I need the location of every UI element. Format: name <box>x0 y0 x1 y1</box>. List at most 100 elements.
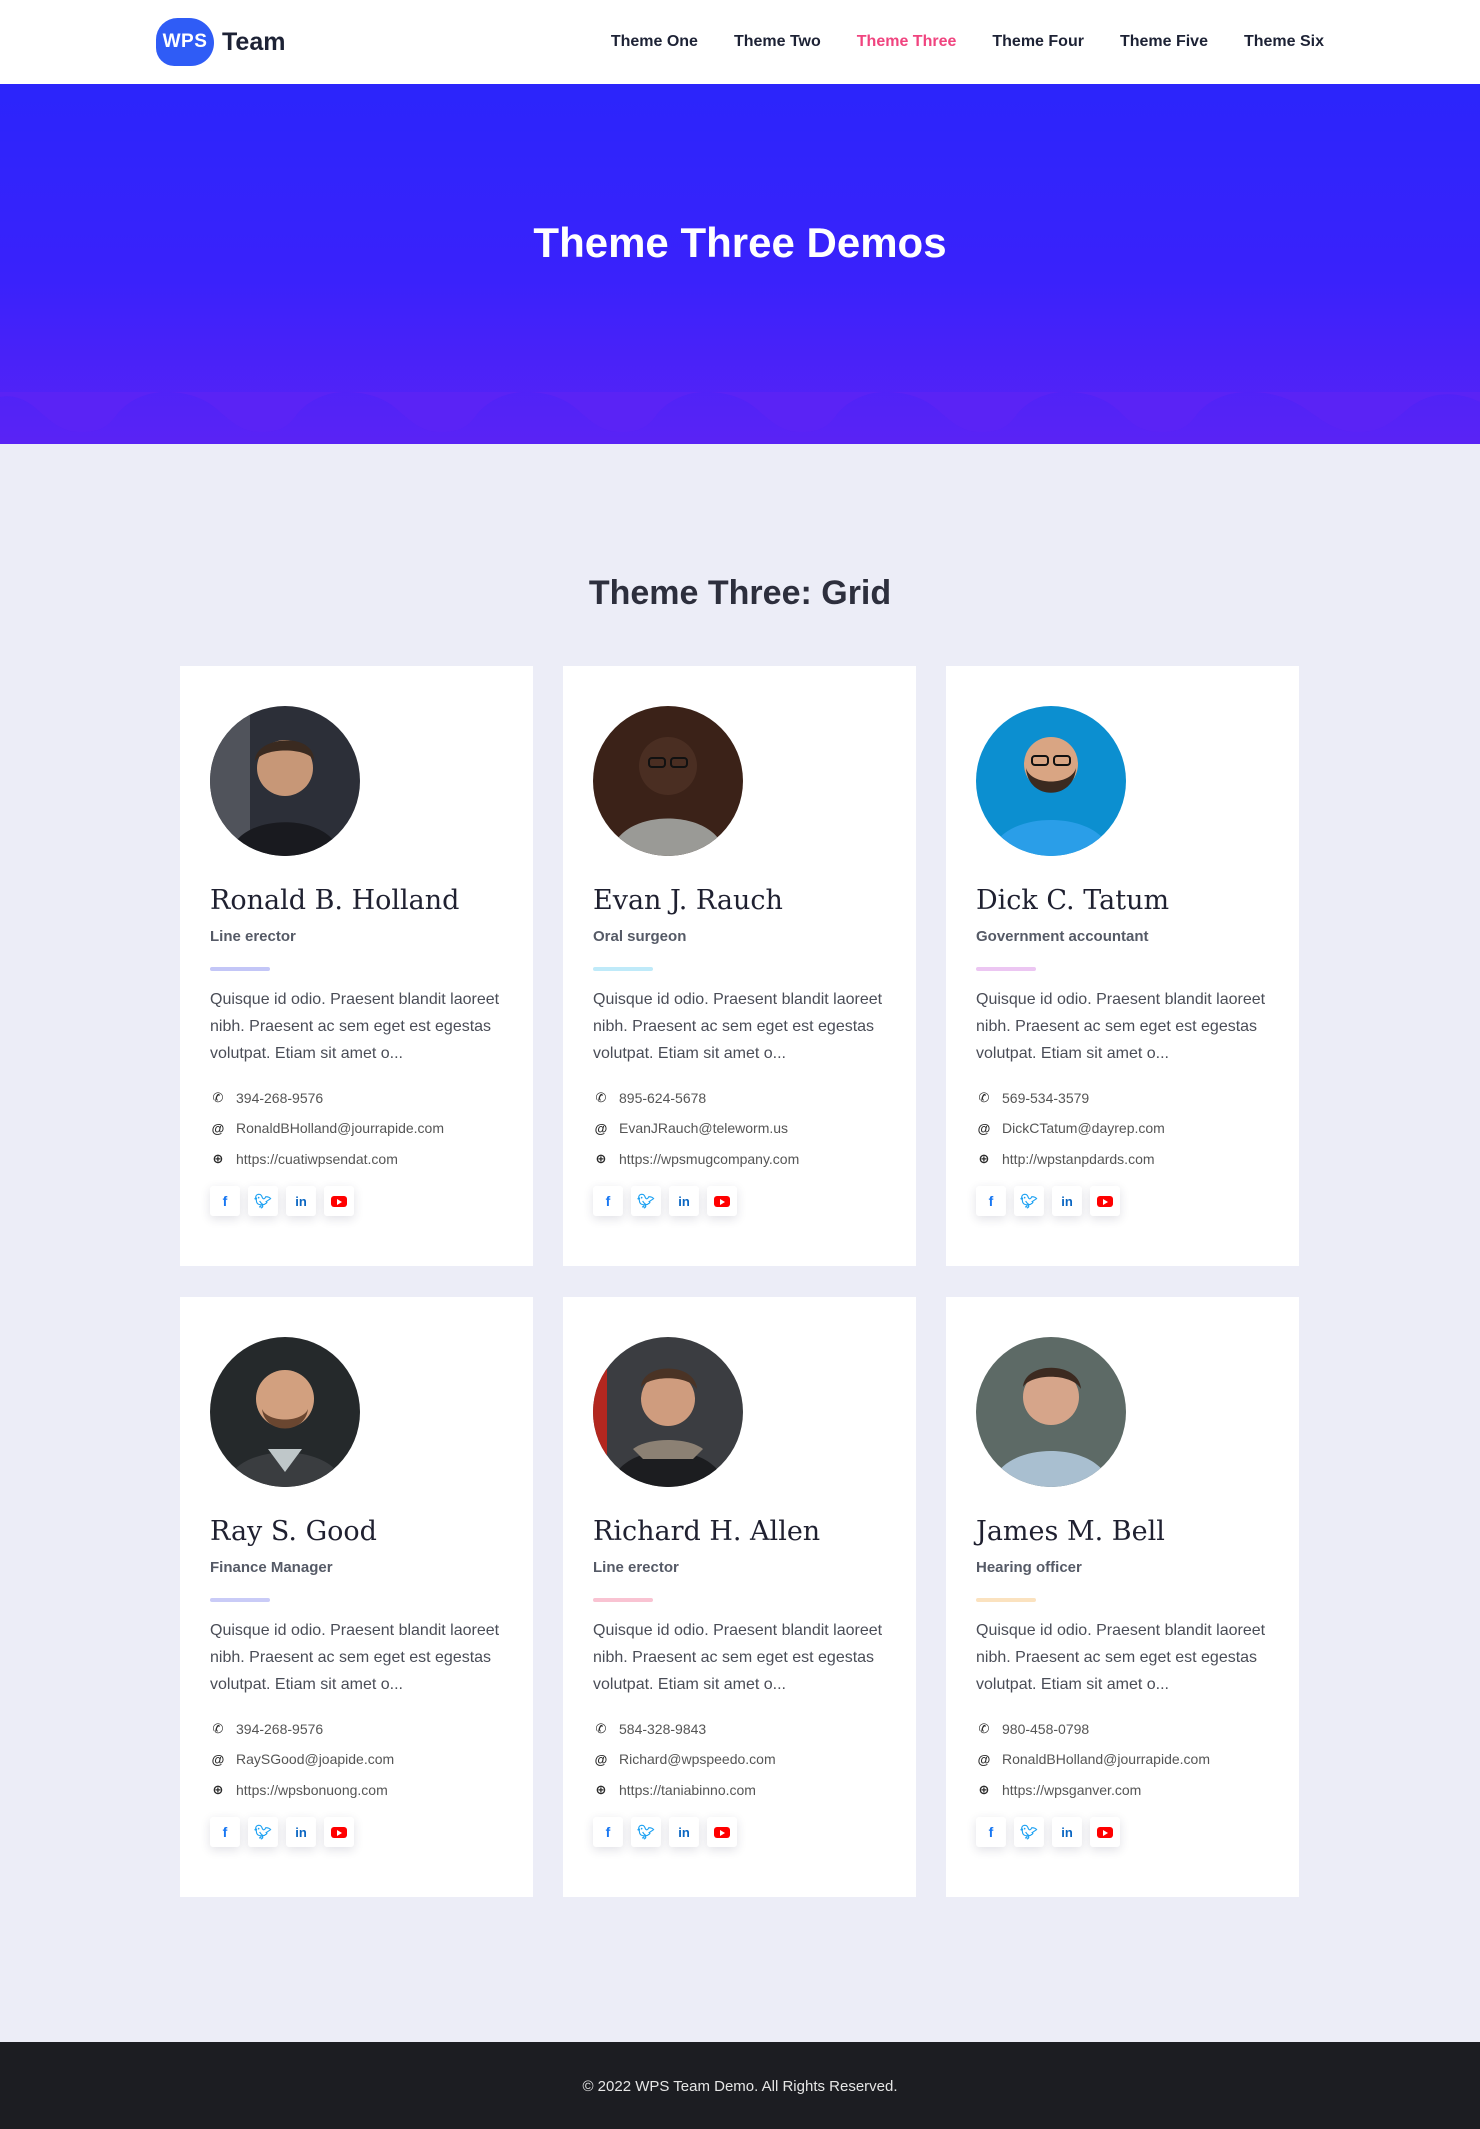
linkedin-icon[interactable]: in <box>669 1186 699 1216</box>
accent-bar <box>976 967 1036 971</box>
contact-website: ⊕ https://taniabinno.com <box>593 1782 756 1798</box>
member-name: James M. Bell <box>976 1516 1165 1547</box>
email-text[interactable]: DickCTatum@dayrep.com <box>1002 1120 1165 1136</box>
contact-phone: ✆ 394-268-9576 <box>210 1090 324 1106</box>
facebook-icon[interactable]: f <box>593 1817 623 1847</box>
member-role: Oral surgeon <box>593 928 687 945</box>
linkedin-icon[interactable]: in <box>1052 1186 1082 1216</box>
twitter-icon[interactable]: 🐦︎ <box>1014 1186 1044 1216</box>
at-icon: @ <box>211 1120 225 1136</box>
phone-icon: ✆ <box>978 1090 990 1105</box>
nav-theme-four[interactable]: Theme Four <box>992 33 1084 51</box>
member-avatar <box>976 1337 1126 1487</box>
youtube-icon[interactable] <box>1090 1186 1120 1216</box>
member-description: Quisque id odio. Praesent blandit laoree… <box>976 991 1266 1062</box>
twitter-icon[interactable]: 🐦︎ <box>631 1817 661 1847</box>
linkedin-icon[interactable]: in <box>286 1817 316 1847</box>
twitter-icon[interactable]: 🐦︎ <box>631 1186 661 1216</box>
email-text[interactable]: RonaldBHolland@jourrapide.com <box>236 1120 444 1136</box>
site-header: WPS Team Theme One Theme Two Theme Three… <box>0 0 1480 84</box>
contact-website: ⊕ https://wpsbonuong.com <box>210 1782 388 1798</box>
twitter-icon[interactable]: 🐦︎ <box>1014 1817 1044 1847</box>
globe-icon: ⊕ <box>978 1782 990 1797</box>
phone-text[interactable]: 895-624-5678 <box>619 1090 706 1106</box>
member-role: Finance Manager <box>210 1559 333 1576</box>
at-icon: @ <box>594 1751 608 1767</box>
section-title: Theme Three: Grid <box>588 574 892 612</box>
copyright-text: © 2022 WPS Team Demo. All Rights Reserve… <box>582 2078 898 2095</box>
at-icon: @ <box>977 1120 991 1136</box>
social-links: f 🐦︎ in <box>210 1186 354 1216</box>
phone-text[interactable]: 584-328-9843 <box>619 1721 706 1737</box>
team-card: James M. Bell Hearing officer Quisque id… <box>946 1297 1299 1897</box>
website-link[interactable]: https://wpsmugcompany.com <box>619 1151 799 1167</box>
website-link[interactable]: https://wpsbonuong.com <box>236 1782 388 1798</box>
facebook-icon[interactable]: f <box>593 1186 623 1216</box>
contact-phone: ✆ 980-458-0798 <box>976 1721 1090 1737</box>
youtube-icon[interactable] <box>324 1817 354 1847</box>
contact-email: @ RaySGood@joapide.com <box>210 1751 395 1767</box>
member-description: Quisque id odio. Praesent blandit laoree… <box>976 1622 1266 1693</box>
email-text[interactable]: RaySGood@joapide.com <box>236 1751 394 1767</box>
accent-bar <box>593 1598 653 1602</box>
phone-text[interactable]: 980-458-0798 <box>1002 1721 1089 1737</box>
facebook-icon[interactable]: f <box>976 1817 1006 1847</box>
contact-phone: ✆ 569-534-3579 <box>976 1090 1090 1106</box>
member-role: Government accountant <box>976 928 1149 945</box>
twitter-icon[interactable]: 🐦︎ <box>248 1186 278 1216</box>
website-link[interactable]: https://wpsganver.com <box>1002 1782 1141 1798</box>
contact-email: @ DickCTatum@dayrep.com <box>976 1120 1165 1136</box>
nav-theme-three[interactable]: Theme Three <box>857 33 957 51</box>
linkedin-icon[interactable]: in <box>1052 1817 1082 1847</box>
linkedin-icon[interactable]: in <box>669 1817 699 1847</box>
hero-banner: Theme Three Demos <box>0 84 1480 444</box>
contact-email: @ EvanJRauch@teleworm.us <box>593 1120 788 1136</box>
contact-website: ⊕ http://wpstanpdards.com <box>976 1151 1155 1167</box>
contact-website: ⊕ https://cuatiwpsendat.com <box>210 1151 398 1167</box>
email-text[interactable]: EvanJRauch@teleworm.us <box>619 1120 788 1136</box>
youtube-icon[interactable] <box>707 1817 737 1847</box>
site-footer: © 2022 WPS Team Demo. All Rights Reserve… <box>0 2042 1480 2129</box>
member-description: Quisque id odio. Praesent blandit laoree… <box>593 1622 883 1693</box>
website-link[interactable]: https://taniabinno.com <box>619 1782 756 1798</box>
nav-theme-two[interactable]: Theme Two <box>734 33 821 51</box>
website-link[interactable]: https://cuatiwpsendat.com <box>236 1151 398 1167</box>
member-avatar <box>593 1337 743 1487</box>
member-description: Quisque id odio. Praesent blandit laoree… <box>210 991 500 1062</box>
member-description: Quisque id odio. Praesent blandit laoree… <box>210 1622 500 1693</box>
website-link[interactable]: http://wpstanpdards.com <box>1002 1151 1155 1167</box>
at-icon: @ <box>211 1751 225 1767</box>
accent-bar <box>210 1598 270 1602</box>
facebook-icon[interactable]: f <box>210 1186 240 1216</box>
phone-icon: ✆ <box>595 1090 607 1105</box>
youtube-icon[interactable] <box>707 1186 737 1216</box>
contact-email: @ RonaldBHolland@jourrapide.com <box>976 1751 1210 1767</box>
linkedin-icon[interactable]: in <box>286 1186 316 1216</box>
nav-theme-six[interactable]: Theme Six <box>1244 33 1324 51</box>
hero-wave-divider <box>0 392 1480 432</box>
twitter-icon[interactable]: 🐦︎ <box>248 1817 278 1847</box>
phone-text[interactable]: 569-534-3579 <box>1002 1090 1089 1106</box>
nav-theme-five[interactable]: Theme Five <box>1120 33 1208 51</box>
youtube-icon[interactable] <box>1090 1817 1120 1847</box>
phone-icon: ✆ <box>595 1721 607 1736</box>
at-icon: @ <box>594 1120 608 1136</box>
team-card: Ray S. Good Finance Manager Quisque id o… <box>180 1297 533 1897</box>
site-logo[interactable]: WPS Team <box>156 18 285 66</box>
at-icon: @ <box>977 1751 991 1767</box>
member-avatar <box>210 706 360 856</box>
email-text[interactable]: Richard@wpspeedo.com <box>619 1751 776 1767</box>
facebook-icon[interactable]: f <box>976 1186 1006 1216</box>
member-description: Quisque id odio. Praesent blandit laoree… <box>593 991 883 1062</box>
contact-website: ⊕ https://wpsmugcompany.com <box>593 1151 800 1167</box>
youtube-icon[interactable] <box>324 1186 354 1216</box>
email-text[interactable]: RonaldBHolland@jourrapide.com <box>1002 1751 1210 1767</box>
logo-badge: WPS <box>156 18 214 66</box>
globe-icon: ⊕ <box>595 1151 607 1166</box>
nav-theme-one[interactable]: Theme One <box>611 33 698 51</box>
globe-icon: ⊕ <box>212 1782 224 1797</box>
facebook-icon[interactable]: f <box>210 1817 240 1847</box>
phone-text[interactable]: 394-268-9576 <box>236 1721 323 1737</box>
hero-title: Theme Three Demos <box>533 219 947 266</box>
phone-text[interactable]: 394-268-9576 <box>236 1090 323 1106</box>
